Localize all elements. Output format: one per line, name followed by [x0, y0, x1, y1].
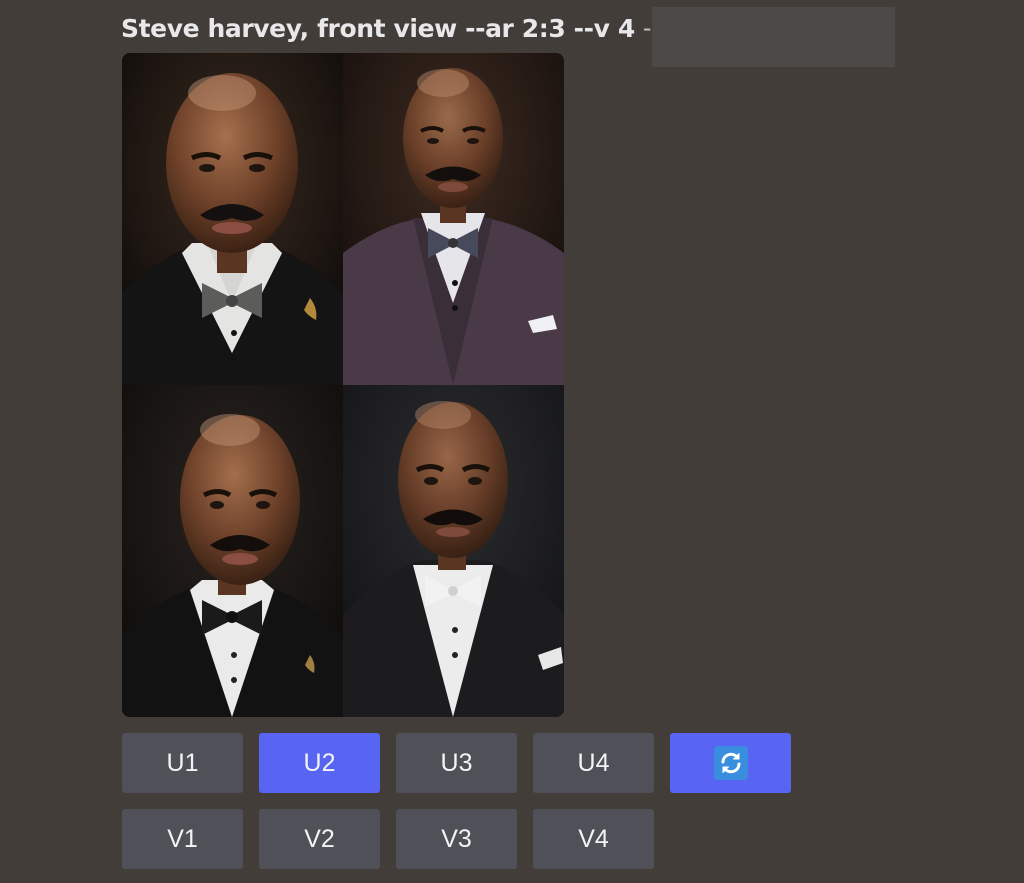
variation-button-v2[interactable]: V2	[259, 809, 380, 869]
grid-image-4[interactable]	[343, 385, 564, 717]
prompt-separator: -	[642, 14, 652, 42]
grid-image-1[interactable]	[122, 53, 343, 385]
variation-row: V1 V2 V3 V4	[122, 809, 791, 869]
reroll-button[interactable]	[670, 733, 791, 793]
image-grid[interactable]	[122, 53, 564, 717]
upscale-button-u3[interactable]: U3	[396, 733, 517, 793]
grid-image-2[interactable]	[343, 53, 564, 385]
variation-button-v4[interactable]: V4	[533, 809, 654, 869]
refresh-icon	[713, 746, 748, 780]
upscale-row: U1 U2 U3 U4	[122, 733, 791, 793]
prompt-text: Steve harvey, front view --ar 2:3 --v 4	[121, 13, 635, 43]
action-buttons: U1 U2 U3 U4 V1 V2 V3 V4	[122, 733, 791, 883]
upscale-button-u1[interactable]: U1	[122, 733, 243, 793]
variation-button-v1[interactable]: V1	[122, 809, 243, 869]
prompt-line: Steve harvey, front view --ar 2:3 --v 4 …	[121, 8, 652, 48]
portrait-image-2	[343, 53, 564, 385]
variation-button-v3[interactable]: V3	[396, 809, 517, 869]
portrait-image-3	[122, 385, 343, 717]
upscale-button-u4[interactable]: U4	[533, 733, 654, 793]
message-container: Steve harvey, front view --ar 2:3 --v 4 …	[0, 0, 1024, 883]
upscale-button-u2[interactable]: U2	[259, 733, 380, 793]
portrait-image-1	[122, 53, 343, 385]
redacted-username	[652, 7, 895, 67]
grid-image-3[interactable]	[122, 385, 343, 717]
portrait-image-4	[343, 385, 564, 717]
